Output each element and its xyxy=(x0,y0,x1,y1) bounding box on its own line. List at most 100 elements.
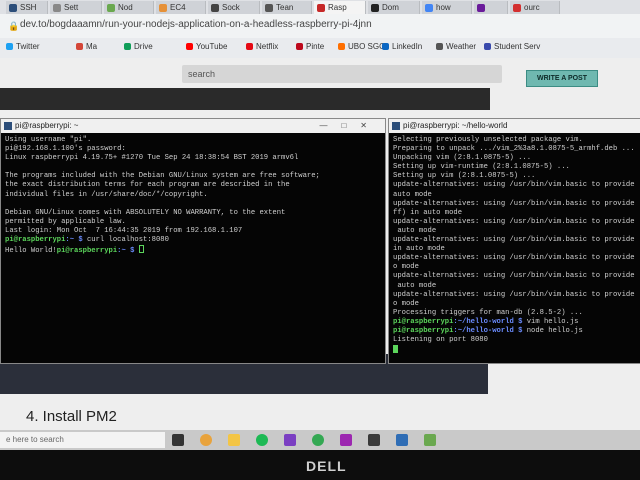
bookmark-favicon-icon xyxy=(436,43,443,50)
terminal-window-left[interactable]: pi@raspberrypi: ~ —□✕ Using username "pi… xyxy=(0,118,386,364)
spotify-icon[interactable] xyxy=(256,434,268,446)
browser-tab[interactable] xyxy=(474,1,508,14)
terminal-left-titlebar[interactable]: pi@raspberrypi: ~ —□✕ xyxy=(1,119,385,133)
command-text: curl localhost:8080 xyxy=(82,236,169,245)
bookmark-favicon-icon xyxy=(382,43,389,50)
window-controls[interactable]: —□✕ xyxy=(319,119,381,133)
terminal-line: individual files in /usr/share/doc/*/cop… xyxy=(5,190,208,199)
terminal-line: Preparing to unpack .../vim_2%3a8.1.0875… xyxy=(393,145,635,154)
bookmark-item[interactable]: Weather xyxy=(436,42,476,51)
terminal-right-output: Selecting previously unselected package … xyxy=(389,133,640,359)
command-output: Hello World! xyxy=(5,247,57,256)
browser-tab[interactable]: how xyxy=(422,1,472,14)
putty-icon xyxy=(392,122,400,130)
tab-favicon-icon xyxy=(317,4,325,12)
bookmark-item[interactable]: UBO SGO xyxy=(338,42,385,51)
chrome-icon[interactable] xyxy=(200,434,212,446)
terminal-line: Linux raspberrypi 4.19.75+ #1270 Tue Sep… xyxy=(5,154,299,163)
monitor-bezel: DELL xyxy=(0,450,640,480)
terminal-line: pi@192.168.1.100's password: xyxy=(5,145,126,154)
tab-favicon-icon xyxy=(477,4,485,12)
tab-label: SSH xyxy=(20,3,37,12)
prompt-user: pi@raspberrypi xyxy=(5,236,66,245)
tab-favicon-icon xyxy=(107,4,115,12)
terminal-line: permitted by applicable law. xyxy=(5,217,126,226)
file-explorer-icon[interactable] xyxy=(228,434,240,446)
browser-tab[interactable]: Dom xyxy=(368,1,420,14)
terminal-icon[interactable] xyxy=(368,434,380,446)
terminal-line: o mode xyxy=(393,299,419,308)
tab-label: Sett xyxy=(64,3,79,12)
putty-icon xyxy=(4,122,12,130)
terminal-line: Processing triggers for man-db (2.8.5-2)… xyxy=(393,308,583,317)
browser-tab[interactable]: SSH xyxy=(6,1,48,14)
bookmark-label: Drive xyxy=(134,42,153,51)
task-view-icon[interactable] xyxy=(172,434,184,446)
bookmark-item[interactable]: Student Serv xyxy=(484,42,540,51)
tab-favicon-icon xyxy=(211,4,219,12)
command-text: vim hello.js xyxy=(522,317,579,326)
bookmark-item[interactable]: Twitter xyxy=(6,42,40,51)
terminal-line: auto mode xyxy=(393,190,432,199)
browser-tab[interactable]: Sett xyxy=(50,1,102,14)
bookmark-label: UBO SGO xyxy=(348,42,386,51)
tab-favicon-icon xyxy=(159,4,167,12)
terminal-prompt-line: pi@raspberrypi:~/hello-world $ node hell… xyxy=(393,327,637,336)
bookmark-item[interactable]: YouTube xyxy=(186,42,227,51)
taskbar-search-input[interactable]: e here to search xyxy=(0,432,165,448)
browser-tab-bar: SSH Sett Nod EC4 Sock Tean Rasp Dom how ourc xyxy=(0,0,640,14)
app-purple-icon[interactable] xyxy=(340,434,352,446)
site-search-input[interactable]: search xyxy=(182,65,502,83)
page-dark-band xyxy=(0,88,490,110)
tab-label: EC4 xyxy=(170,3,186,12)
terminal-line: Last login: Mon Oct 7 16:44:35 2019 from… xyxy=(5,226,243,235)
bookmark-label: LinkedIn xyxy=(392,42,423,51)
browser-tab[interactable]: Tean xyxy=(262,1,312,14)
address-bar[interactable]: 🔒 dev.to/bogdaaamn/run-your-nodejs-appli… xyxy=(0,14,640,38)
prompt-user: pi@raspberrypi xyxy=(56,247,118,256)
section-heading: 4. Install PM2 xyxy=(26,408,117,425)
terminal-cursor-line xyxy=(393,345,637,356)
bookmark-label: Twitter xyxy=(16,42,40,51)
write-a-post-button[interactable]: WRITE A POST xyxy=(526,70,598,87)
browser-tab[interactable]: Sock xyxy=(208,1,260,14)
visual-studio-icon[interactable] xyxy=(284,434,296,446)
terminal-line: update-alternatives: using /usr/bin/vim.… xyxy=(393,290,635,299)
prompt-path: :~/hello-world $ xyxy=(453,326,523,335)
url-text[interactable]: dev.to/bogdaaamn/run-your-nodejs-applica… xyxy=(20,19,372,30)
browser-tab[interactable]: Nod xyxy=(104,1,154,14)
windows-taskbar: e here to search xyxy=(0,430,640,450)
terminal-window-right[interactable]: pi@raspberrypi: ~/hello-world Selecting … xyxy=(388,118,640,364)
bookmark-item[interactable]: Ma xyxy=(76,42,97,51)
terminal-line: Unpacking vim (2:8.1.0875-5) ... xyxy=(393,154,532,163)
app-blue-icon[interactable] xyxy=(396,434,408,446)
bookmark-label: YouTube xyxy=(196,42,228,51)
bookmark-item[interactable]: Pinte xyxy=(296,42,324,51)
terminal-line: Using username "pi". xyxy=(5,136,92,144)
terminal-line: update-alternatives: using /usr/bin/vim.… xyxy=(393,254,635,263)
prompt-user: pi@raspberrypi xyxy=(393,326,454,335)
browser-tab[interactable]: Rasp xyxy=(314,1,366,14)
terminal-line: o mode xyxy=(393,263,419,272)
browser-tab[interactable]: ourc xyxy=(510,1,560,14)
bookmark-item[interactable]: LinkedIn xyxy=(382,42,422,51)
app-green-icon[interactable] xyxy=(424,434,436,446)
bookmark-item[interactable]: Netflix xyxy=(246,42,278,51)
prompt-path: :~/hello-world $ xyxy=(453,317,523,326)
terminal-cursor xyxy=(393,345,398,354)
tab-favicon-icon xyxy=(53,4,61,12)
command-text: node hello.js xyxy=(522,326,583,335)
browser-tab[interactable]: EC4 xyxy=(156,1,206,14)
tab-label: Tean xyxy=(276,3,294,12)
tab-label: Nod xyxy=(118,3,133,12)
terminal-line: auto mode xyxy=(393,226,437,235)
bookmark-item[interactable]: Drive xyxy=(124,42,153,51)
terminal-line: update-alternatives: using /usr/bin/vim.… xyxy=(393,272,635,281)
bookmark-favicon-icon xyxy=(186,43,193,50)
lock-icon: 🔒 xyxy=(8,21,20,31)
chrome-alt-icon[interactable] xyxy=(312,434,324,446)
terminal-prompt-line: Hello World!pi@raspberrypi:~ $ xyxy=(5,245,381,256)
terminal-right-titlebar[interactable]: pi@raspberrypi: ~/hello-world xyxy=(389,119,640,133)
